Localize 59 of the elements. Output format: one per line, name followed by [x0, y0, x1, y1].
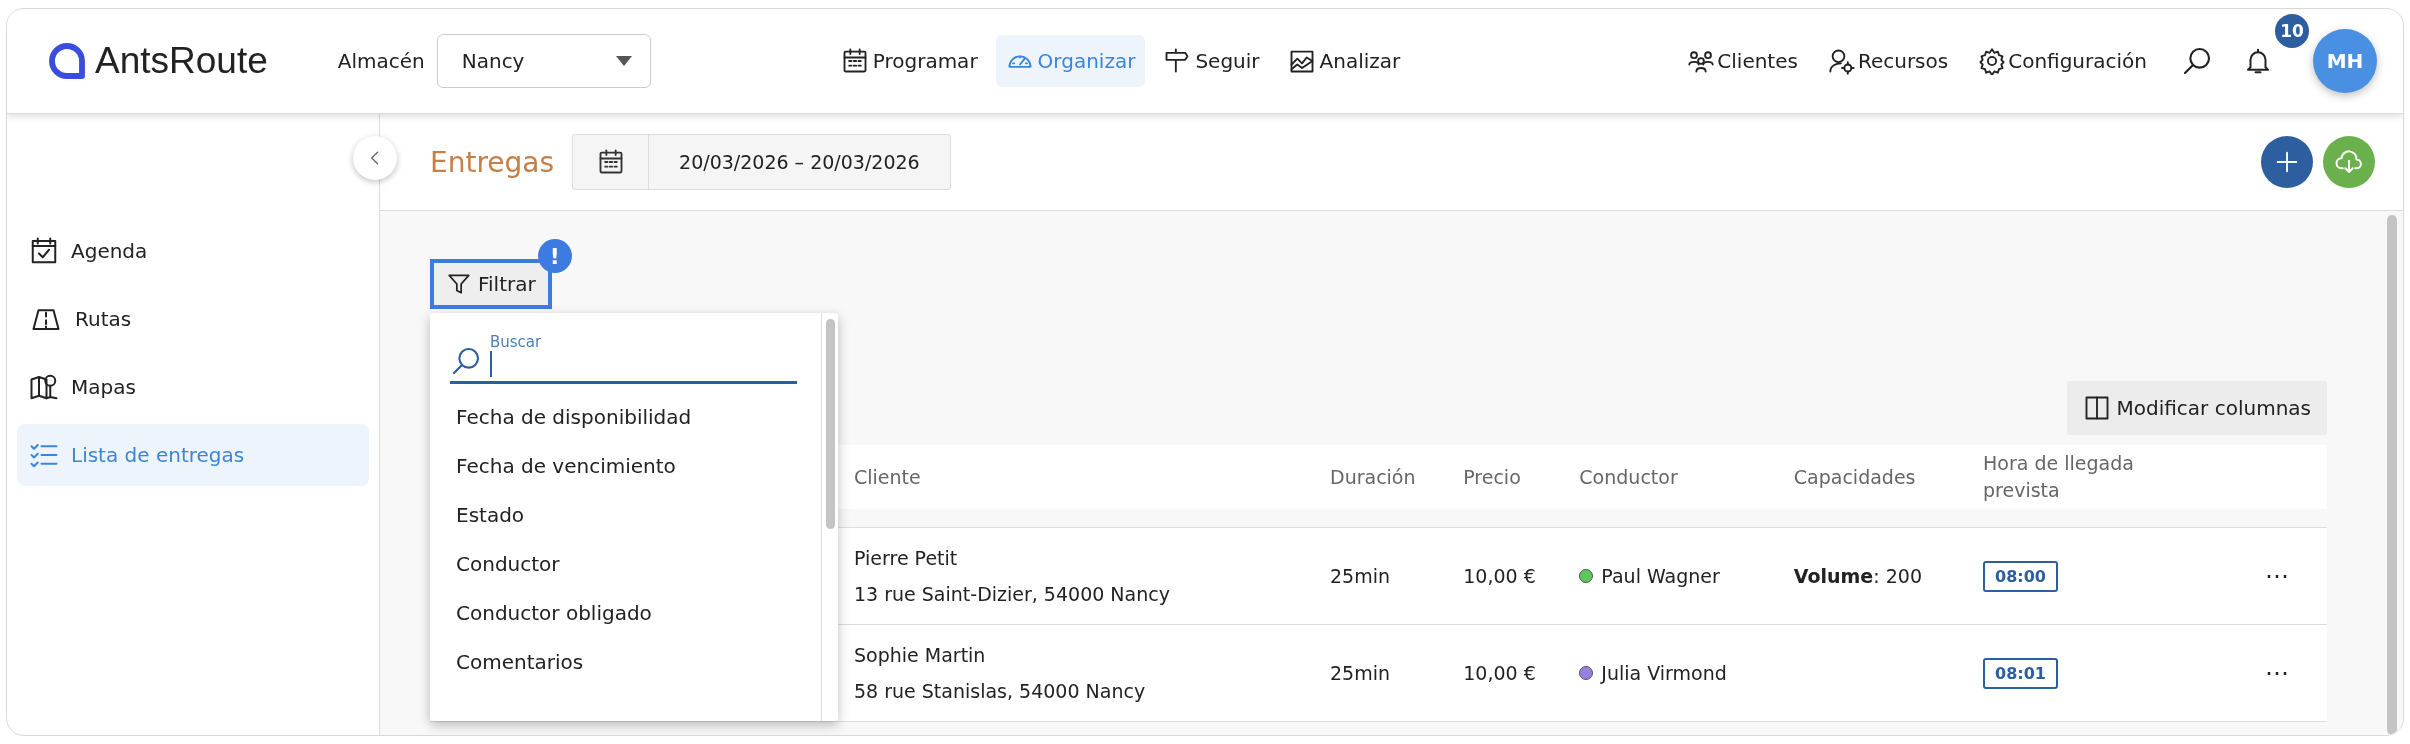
filter-option[interactable]: Fecha de disponibilidad [430, 392, 821, 441]
duration-cell: 25min [1330, 565, 1390, 587]
modify-columns-button[interactable]: Modificar columnas [2066, 381, 2327, 435]
warehouse-select[interactable]: Nancy [436, 34, 651, 88]
caret-icon [615, 56, 632, 66]
nav-tab[interactable]: Seguir [1153, 35, 1270, 87]
column-header: Duración [1330, 465, 1416, 488]
filter-option[interactable]: Fecha de vencimiento [430, 441, 821, 490]
scrollbar-thumb[interactable] [825, 319, 835, 529]
filter-option[interactable]: Conductor obligado [430, 588, 821, 637]
more-menu-button[interactable]: ⋯ [2259, 561, 2295, 591]
price-cell: 10,00 € [1463, 662, 1536, 684]
sidebar-item[interactable]: Agenda [17, 220, 369, 282]
page-title: Entregas [430, 145, 555, 179]
client-name: Sophie Martin [854, 644, 987, 666]
collapse-button[interactable] [353, 136, 397, 180]
logo-text: AntsRoute [95, 40, 268, 82]
arrival-time-badge: 08:01 [1983, 657, 2058, 689]
arrival-time-badge: 08:00 [1983, 560, 2058, 592]
toolbar-link[interactable]: Clientes [1687, 47, 1798, 75]
filter-option[interactable]: Conductor [430, 539, 821, 588]
logo-icon [47, 41, 87, 81]
filter-button[interactable]: Filtrar [430, 259, 552, 309]
nav-tab[interactable]: Analizar [1277, 35, 1411, 87]
search-icon [2181, 45, 2213, 77]
person-gear-icon [1827, 47, 1856, 75]
column-header: Conductor [1579, 465, 1678, 488]
nav-tab[interactable]: Programar [830, 35, 988, 87]
driver-name: Paul Wagner [1601, 565, 1720, 587]
sidebar-item[interactable]: Mapas [17, 356, 369, 418]
duration-cell: 25min [1330, 662, 1390, 684]
toolbar-link[interactable]: Configuración [1978, 47, 2147, 75]
client-name: Pierre Petit [854, 547, 959, 569]
filter-option[interactable]: Comentarios [430, 637, 821, 686]
client-address: 58 rue Stanislas, 54000 Nancy [854, 680, 1146, 702]
more-menu-button[interactable]: ⋯ [2259, 658, 2295, 688]
column-header: Capacidades [1793, 465, 1916, 488]
notification-badge: 10 [2273, 12, 2311, 50]
map-pin-icon [29, 372, 59, 402]
column-header: Precio [1463, 465, 1521, 488]
driver-name: Julia Virmond [1601, 662, 1727, 684]
warehouse-label: Almacén [337, 49, 425, 73]
add-button[interactable] [2261, 136, 2313, 188]
capacity-cell: Volume: 200 [1793, 565, 1922, 587]
column-header: Cliente [854, 465, 921, 488]
search-icon [450, 345, 482, 377]
calendar-check-icon [29, 236, 59, 266]
client-address: 13 rue Saint-Dizier, 54000 Nancy [854, 583, 1170, 605]
search-button[interactable] [2181, 45, 2213, 77]
search-label: Buscar [490, 333, 543, 351]
alert-badge: ! [537, 239, 572, 273]
scrollbar-thumb[interactable] [2387, 215, 2397, 735]
download-button[interactable] [2323, 136, 2375, 188]
sidebar-item[interactable]: Rutas [17, 288, 369, 350]
price-cell: 10,00 € [1463, 565, 1536, 587]
filter-option[interactable]: Estado [430, 490, 821, 539]
column-header: Hora de llegada prevista [1983, 451, 2135, 503]
settings-icon [1978, 47, 2007, 75]
toolbar-link[interactable]: Recursos [1827, 47, 1949, 75]
